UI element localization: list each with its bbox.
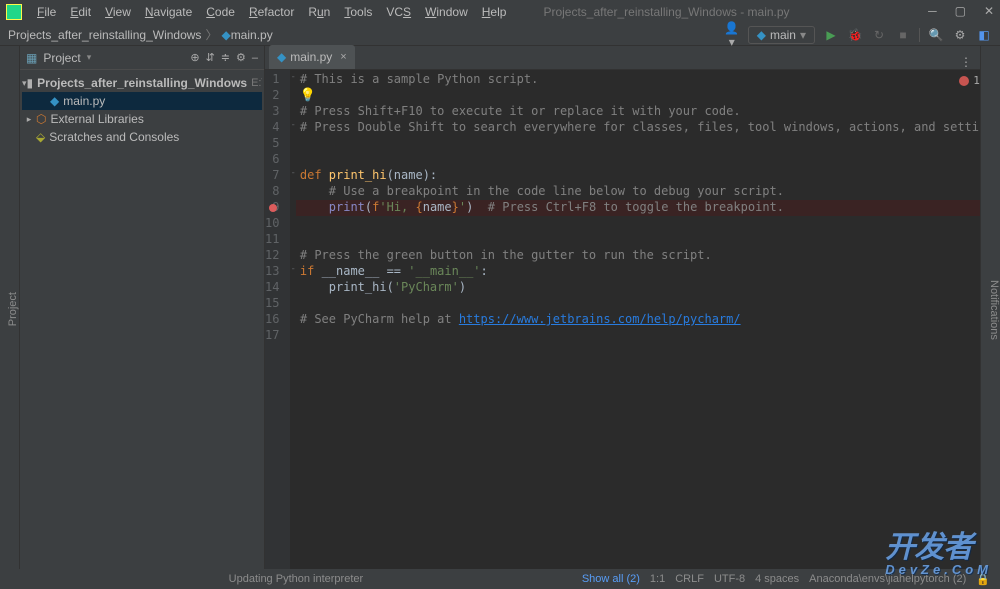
select-opened-icon[interactable]: ⊕ [190,51,199,64]
error-dot-icon [959,76,969,86]
window-title: Projects_after_reinstalling_Windows - ma… [543,5,789,19]
run-configuration[interactable]: ◆ main ▾ [748,26,815,44]
close-button[interactable]: ✕ [984,4,994,18]
menu-file[interactable]: File [30,2,63,22]
menu-vcs[interactable]: VCS [379,2,418,22]
menu-navigate[interactable]: Navigate [138,2,199,22]
close-tab-icon[interactable]: × [340,51,346,63]
tree-file-label: main.py [63,94,105,108]
code-area[interactable]: 1234567891011121314151617 ---- 1 ˆ ˇ # T… [265,70,980,569]
status-interpreter[interactable]: Anaconda\envs\jiahelpytorch (2) [809,573,966,585]
minimize-button[interactable]: ─ [928,4,937,18]
status-bar: Updating Python interpreter Show all (2)… [0,569,1000,589]
library-icon: ⬡ [36,112,46,126]
rail-notifications[interactable]: Notifications [988,274,1000,346]
run-config-name: main [770,28,796,42]
navigation-bar: Projects_after_reinstalling_Windows 〉 ◆ … [0,24,1000,46]
python-file-icon: ◆ [221,28,230,42]
stop-button[interactable]: ■ [895,28,911,42]
rail-project[interactable]: Project [7,286,19,332]
project-pane-header: ▦ Project ▾ ⊕ ⇵ ≑ ⚙ – [20,46,264,70]
folder-icon: ▮ [27,76,34,90]
pane-settings-icon[interactable]: ⚙ [236,51,246,64]
dropdown-icon[interactable]: ▾ [87,52,92,63]
maximize-button[interactable]: ▢ [955,4,966,18]
menu-help[interactable]: Help [475,2,514,22]
editor-tab-bar: ◆ main.py × ⋮ [265,46,980,70]
tree-root[interactable]: ▾ ▮ Projects_after_reinstalling_Windows … [22,74,262,92]
menu-run[interactable]: Run [301,2,337,22]
tab-list-icon[interactable]: ⋮ [960,55,972,69]
window-controls: ─ ▢ ✕ [928,4,994,18]
tab-label: main.py [290,50,332,64]
python-file-icon: ◆ [277,50,286,64]
right-tool-rail: Notifications [980,46,1000,569]
status-message: Updating Python interpreter [10,573,582,585]
hide-pane-icon[interactable]: – [252,52,258,64]
menu-refactor[interactable]: Refactor [242,2,301,22]
menu-window[interactable]: Window [418,2,475,22]
menu-edit[interactable]: Edit [63,2,98,22]
status-encoding[interactable]: UTF-8 [714,573,745,585]
project-pane: ▦ Project ▾ ⊕ ⇵ ≑ ⚙ – ▾ ▮ Projects_after… [20,46,265,569]
settings-icon[interactable]: ⚙ [952,28,968,42]
run-button[interactable]: ▶ [823,28,839,42]
status-eol[interactable]: CRLF [675,573,704,585]
inspection-indicator[interactable]: 1 ˆ ˇ [959,74,980,87]
tree-root-label: Projects_after_reinstalling_Windows [37,76,247,90]
python-file-icon: ◆ [50,94,59,108]
breadcrumb-project[interactable]: Projects_after_reinstalling_Windows [8,28,201,42]
plugins-icon[interactable]: ◧ [976,28,992,42]
error-count: 1 [973,74,980,87]
menu-code[interactable]: Code [199,2,242,22]
left-tool-rail: Project Structure Bookmarks [0,46,20,569]
app-logo [6,4,22,20]
python-icon: ◆ [757,28,766,42]
debug-button[interactable]: 🐞 [847,28,863,42]
menu-view[interactable]: View [98,2,138,22]
tree-scratch-label: Scratches and Consoles [49,130,179,144]
status-caret-pos[interactable]: 1:1 [650,573,665,585]
tree-scratches[interactable]: ⬙ Scratches and Consoles [22,128,262,146]
tree-external-libs[interactable]: ▸ ⬡ External Libraries [22,110,262,128]
line-gutter[interactable]: 1234567891011121314151617 [265,70,290,569]
expand-icon[interactable]: ▸ [22,114,36,125]
user-icon[interactable]: 👤▾ [724,21,740,49]
breadcrumb-file[interactable]: main.py [231,28,273,42]
collapse-all-icon[interactable]: ≑ [221,51,230,64]
editor-area: ◆ main.py × ⋮ 1234567891011121314151617 … [265,46,980,569]
menu-tools[interactable]: Tools [337,2,379,22]
dropdown-icon: ▾ [800,28,806,42]
status-indent[interactable]: 4 spaces [755,573,799,585]
lock-icon[interactable]: 🔒 [976,573,990,586]
tree-file-main[interactable]: ◆ main.py [22,92,262,110]
more-run-icon[interactable]: ↻ [871,28,887,42]
expand-all-icon[interactable]: ⇵ [206,51,215,64]
search-icon[interactable]: 🔍 [928,28,944,42]
project-pane-title[interactable]: Project [43,51,80,65]
scratch-icon: ⬙ [36,130,45,144]
project-tree: ▾ ▮ Projects_after_reinstalling_Windows … [20,70,264,150]
tree-root-path: E:\ ... \PyCh [251,77,262,89]
tree-ext-label: External Libraries [50,112,143,126]
status-showall[interactable]: Show all (2) [582,573,640,585]
project-view-icon: ▦ [26,51,37,65]
code-content[interactable]: 1 ˆ ˇ # This is a sample Python script.💡… [296,70,980,569]
editor-tab-main[interactable]: ◆ main.py × [269,45,355,69]
